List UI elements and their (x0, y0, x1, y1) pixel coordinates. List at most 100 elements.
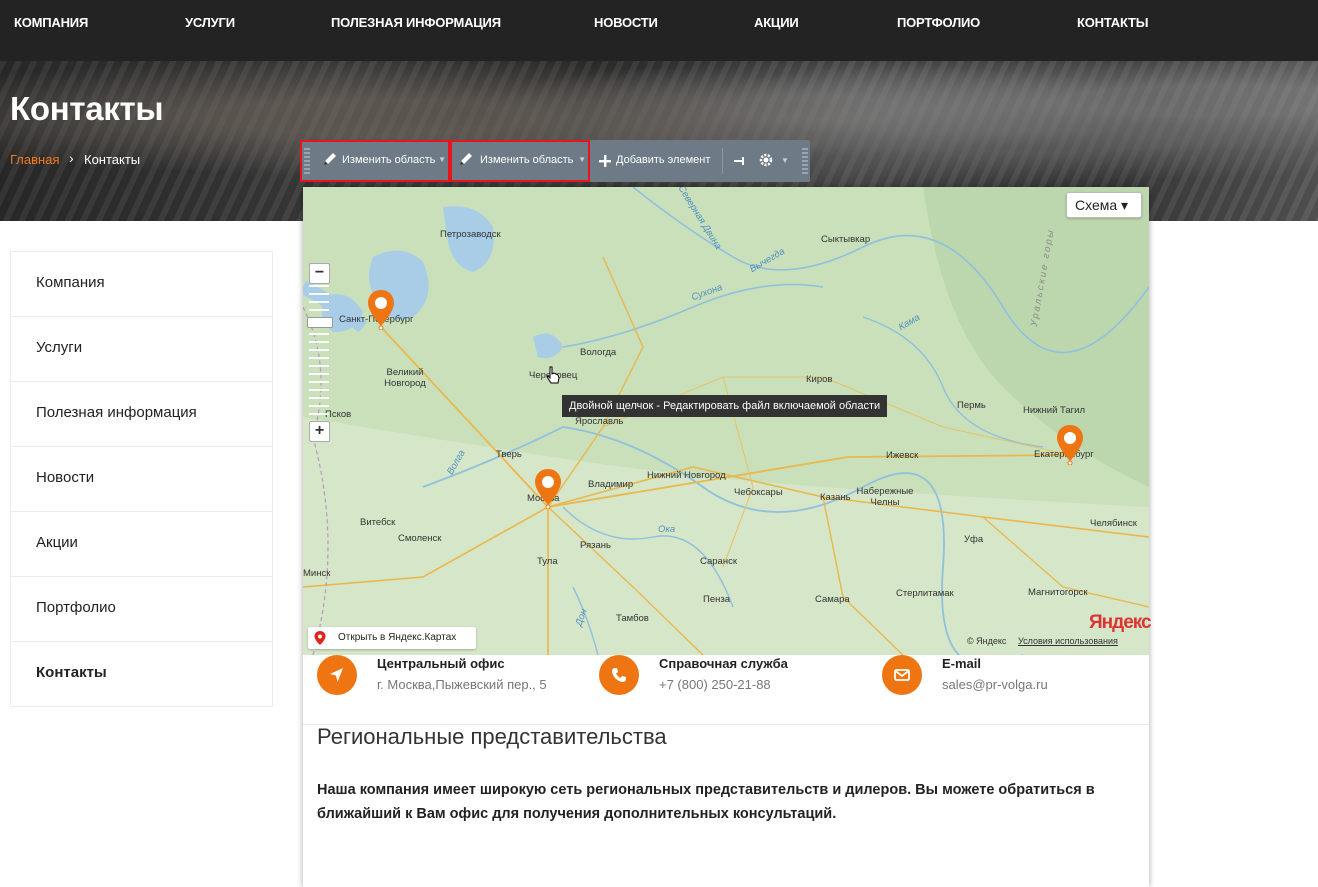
sidebar-item-label: Портфолио (36, 599, 116, 616)
nav-item-services[interactable]: УСЛУГИ (185, 15, 235, 30)
edit-area-button-2[interactable]: Изменить область ▼ (450, 140, 590, 182)
sidebar-item-services[interactable]: Услуги (11, 317, 272, 382)
nav-item-contacts[interactable]: КОНТАКТЫ (1077, 15, 1148, 30)
envelope-icon (882, 655, 922, 695)
zoom-in-button[interactable]: + (309, 421, 330, 442)
city-label: Самара (815, 594, 850, 605)
pencil-icon (324, 153, 336, 165)
city-label: Стерлитамак (896, 588, 954, 599)
sidebar-item-promotions[interactable]: Акции (11, 512, 272, 577)
city-label: Ижевск (886, 450, 919, 461)
toolbar-divider (722, 148, 723, 174)
nav-item-portfolio[interactable]: ПОРТФОЛИО (897, 15, 980, 30)
nav-item-useful-info[interactable]: ПОЛЕЗНАЯ ИНФОРМАЦИЯ (331, 15, 501, 30)
sidebar-item-label: Полезная информация (36, 404, 197, 421)
regional-offices-text: Наша компания имеет широкую сеть региона… (317, 782, 1095, 822)
location-arrow-icon (317, 655, 357, 695)
pin-toolbar-icon[interactable] (733, 154, 745, 168)
city-label: Киров (806, 374, 833, 385)
map-marker-icon (314, 631, 326, 645)
city-label: Ярославль (575, 416, 624, 427)
sidebar-item-label: Компания (36, 274, 105, 291)
email-title: E-mail (942, 656, 982, 671)
city-label: Петрозаводск (440, 229, 501, 240)
city-label: Великий Новгород (384, 367, 426, 389)
nav-item-company[interactable]: КОМПАНИЯ (14, 15, 88, 30)
edit-mode-toolbar: Изменить область ▼ Изменить область ▼ До… (300, 140, 810, 182)
city-label: Пермь (957, 400, 986, 411)
city-label: Тамбов (616, 613, 649, 624)
open-in-yandex-maps-link[interactable]: Открыть в Яндекс.Картах (308, 627, 476, 649)
city-label: Вологда (580, 347, 617, 358)
yandex-logo: Яндекс (1089, 612, 1152, 633)
chevron-down-icon[interactable]: ▼ (781, 156, 789, 165)
city-label: Минск (303, 568, 331, 579)
edit-tooltip: Двойной щелчок - Редактировать файл вклю… (562, 395, 888, 417)
sidebar-item-portfolio[interactable]: Портфолио (11, 577, 272, 642)
helpdesk-title: Справочная служба (659, 656, 788, 671)
chevron-down-icon[interactable]: ▼ (578, 155, 586, 164)
city-label: Магнитогорск (1028, 587, 1088, 598)
city-label: Нижний Новгород (647, 470, 726, 481)
top-navigation: КОМПАНИЯ УСЛУГИ ПОЛЕЗНАЯ ИНФОРМАЦИЯ НОВО… (0, 0, 1318, 61)
map-type-dropdown[interactable]: Схема ▾ (1066, 192, 1142, 218)
regional-offices-heading: Региональные представительства (317, 724, 667, 749)
sidebar-item-label: Акции (36, 534, 78, 551)
map-background (303, 187, 1149, 655)
email-address[interactable]: sales@pr-volga.ru (942, 677, 1048, 692)
hand-cursor-icon (546, 366, 560, 384)
open-in-yandex-label: Открыть в Яндекс.Картах (338, 632, 457, 643)
city-label: Тула (537, 556, 558, 567)
map-type-label: Схема ▾ (1075, 197, 1129, 213)
nav-item-promotions[interactable]: АКЦИИ (754, 15, 799, 30)
breadcrumb-current: Контакты (84, 152, 141, 167)
city-label: Нижний Тагил (1023, 405, 1085, 416)
city-label: Сыктывкар (821, 234, 871, 245)
sidebar-item-label: Новости (36, 469, 95, 486)
city-label: Тверь (496, 449, 522, 460)
map-pin-yekaterinburg[interactable] (1057, 425, 1083, 465)
gear-icon[interactable] (758, 152, 774, 168)
terms-of-use-link[interactable]: Условия использования (1018, 636, 1118, 646)
zoom-out-button[interactable]: − (309, 263, 330, 284)
edit-area-label: Изменить область (480, 154, 574, 166)
add-element-label: Добавить элемент (616, 154, 711, 166)
city-label: Уфа (964, 534, 984, 545)
pencil-icon (460, 153, 472, 165)
edit-area-label: Изменить область (342, 154, 436, 166)
drag-handle-icon[interactable] (802, 148, 808, 174)
phone-icon (599, 655, 639, 695)
city-label: Витебск (360, 517, 396, 528)
yandex-map[interactable]: Петрозаводск Сыктывкар Санкт-Петербург В… (303, 187, 1149, 655)
zoom-slider-handle[interactable] (307, 317, 333, 328)
map-copyright: © Яндекс (967, 636, 1007, 646)
city-label: Рязань (580, 540, 612, 551)
city-label: Пенза (703, 594, 730, 605)
map-pin-saint-petersburg[interactable] (368, 290, 394, 330)
chevron-down-icon[interactable]: ▼ (438, 155, 446, 164)
office-title: Центральный офис (377, 656, 505, 671)
sidebar-item-label: Услуги (36, 339, 83, 356)
sidebar-menu: Компания Услуги Полезная информация Ново… (10, 251, 273, 707)
edit-area-button-1[interactable]: Изменить область ▼ (300, 140, 450, 182)
zoom-slider-track[interactable] (309, 283, 329, 423)
river-label: Ока (658, 524, 676, 535)
sidebar-item-contacts[interactable]: Контакты (11, 642, 272, 706)
plus-icon (599, 155, 611, 167)
city-label: Смоленск (398, 533, 442, 544)
sidebar-item-company[interactable]: Компания (11, 252, 272, 317)
breadcrumb-separator: › (69, 150, 74, 166)
city-label: Владимир (588, 479, 634, 490)
sidebar-item-news[interactable]: Новости (11, 447, 272, 512)
breadcrumb-home-link[interactable]: Главная (10, 152, 59, 167)
sidebar-item-useful-info[interactable]: Полезная информация (11, 382, 272, 447)
office-address: г. Москва,Пыжевский пер., 5 (377, 677, 547, 692)
sidebar-item-label: Контакты (36, 664, 107, 681)
city-label: Саранск (700, 556, 737, 567)
nav-item-news[interactable]: НОВОСТИ (594, 15, 658, 30)
add-element-button[interactable]: Добавить элемент (595, 140, 719, 182)
map-pin-moscow[interactable] (535, 469, 561, 509)
city-label: Казань (820, 492, 851, 503)
helpdesk-phone[interactable]: +7 (800) 250-21-88 (659, 677, 771, 692)
city-label: Чебоксары (734, 487, 783, 498)
